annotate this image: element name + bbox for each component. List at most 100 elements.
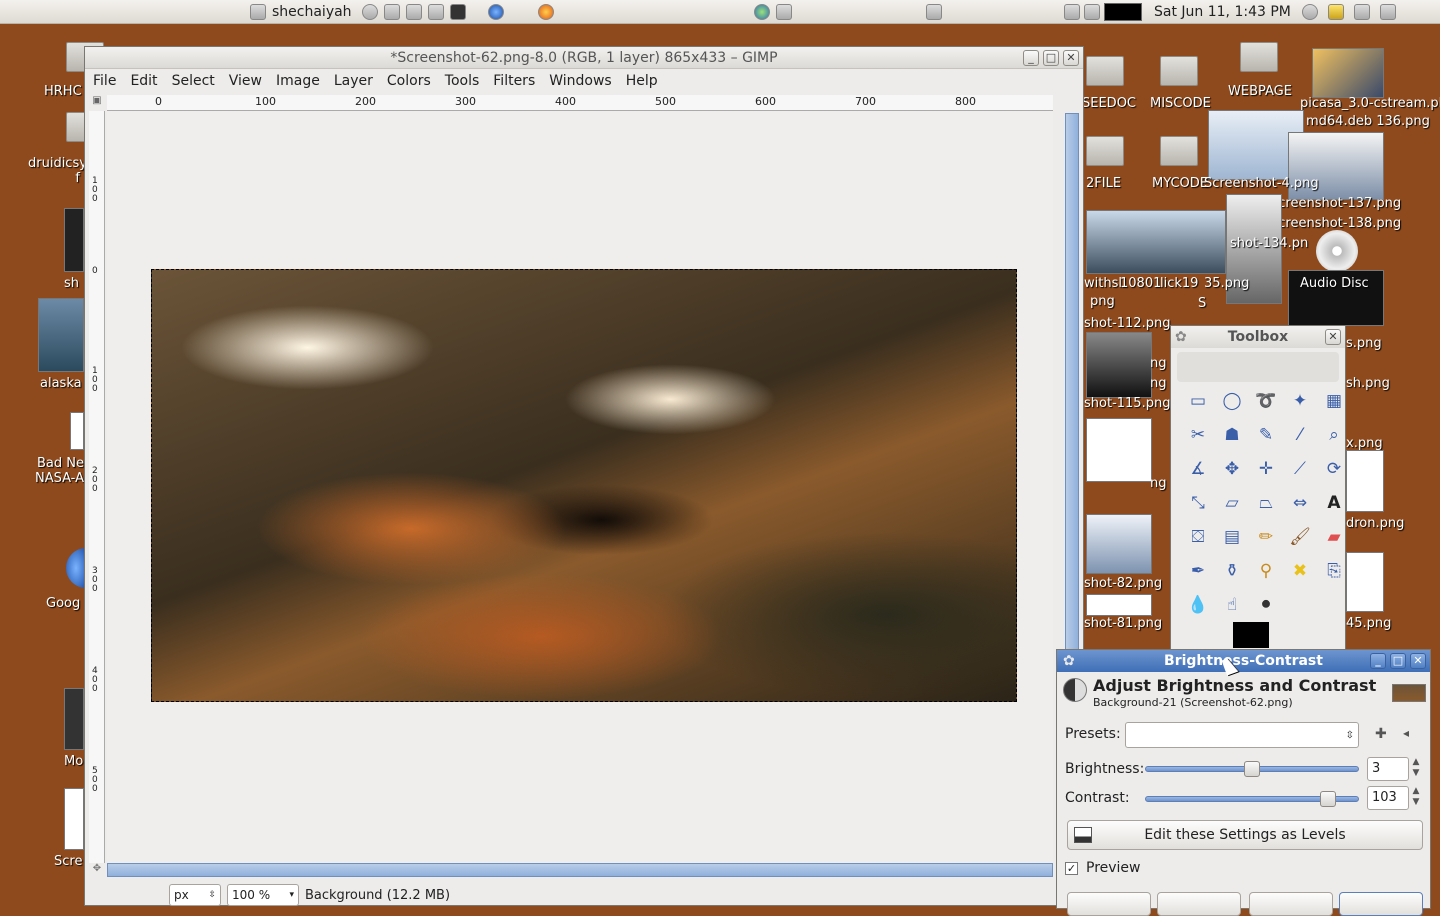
scissors-icon[interactable]: ✂	[1181, 418, 1215, 452]
menu-edit[interactable]: Edit	[130, 73, 157, 89]
desktop-item-label[interactable]: Screenshot-4.png	[1204, 176, 1319, 191]
desktop-item-label[interactable]: Scre	[54, 854, 82, 869]
measure-icon[interactable]: ∡	[1181, 452, 1215, 486]
desktop-thumbnail[interactable]	[1086, 514, 1152, 574]
terminal-icon[interactable]	[450, 4, 466, 20]
desktop-item-label[interactable]: WEBPAGE	[1228, 84, 1292, 99]
brightness-spin-buttons[interactable]: ▲ ▼	[1409, 757, 1423, 781]
dialog-titlebar[interactable]: ✿ Brightness-Contrast _ □ ✕	[1057, 650, 1430, 672]
contrast-slider[interactable]	[1145, 791, 1359, 807]
contrast-slider-knob[interactable]	[1320, 791, 1336, 807]
desktop-item-label[interactable]: Bad Ne NASA-A	[34, 456, 84, 486]
desktop-item-label[interactable]: Screenshot-137.png	[1270, 196, 1401, 211]
desktop-item-label[interactable]: 2FILE	[1086, 176, 1121, 191]
foreground-color-swatch[interactable]	[1233, 622, 1269, 648]
desktop-thumbnail[interactable]	[1086, 418, 1152, 482]
brightness-input[interactable]: 3	[1367, 757, 1409, 781]
desktop-folder-icon[interactable]	[1240, 42, 1278, 72]
perspective-clone-icon[interactable]: ⎘	[1317, 554, 1351, 588]
desktop-folder-icon[interactable]	[1160, 136, 1198, 166]
settings-icon[interactable]	[428, 4, 444, 20]
edited-photo[interactable]	[151, 269, 1017, 702]
color-picker-icon[interactable]: ⁄	[1283, 418, 1317, 452]
user-menu[interactable]: shechaiyah	[250, 3, 352, 21]
desktop-item-label[interactable]: shot-134.pn	[1230, 236, 1308, 251]
menu-image[interactable]: Image	[276, 73, 320, 89]
close-button[interactable]: ✕	[1410, 653, 1426, 669]
airbrush-icon[interactable]: ✒	[1181, 554, 1215, 588]
heal-icon[interactable]: ✖	[1283, 554, 1317, 588]
workspace-switcher[interactable]	[1104, 3, 1142, 21]
desktop-thumbnail[interactable]	[1086, 332, 1152, 398]
paintbrush-icon[interactable]: 🖌	[1283, 520, 1317, 554]
eraser-icon[interactable]: ▰	[1317, 520, 1351, 554]
menu-windows[interactable]: Windows	[549, 73, 612, 89]
bucket-fill-icon[interactable]: ⛋	[1181, 520, 1215, 554]
desktop-thumbnail[interactable]	[64, 788, 84, 850]
rect-select-icon[interactable]: ▭	[1181, 384, 1215, 418]
presets-select[interactable]: ⇳	[1125, 722, 1359, 748]
close-button[interactable]: ✕	[1063, 50, 1079, 66]
desktop-item-label[interactable]: sh.png	[1346, 376, 1390, 391]
printer-icon[interactable]	[1064, 4, 1080, 20]
toolbox-close-button[interactable]: ✕	[1325, 329, 1341, 345]
desktop-item-label[interactable]: s.png	[1346, 336, 1382, 351]
pencil-icon[interactable]: ✏	[1249, 520, 1283, 554]
brightness-slider-knob[interactable]	[1244, 761, 1260, 777]
color-select-icon[interactable]: ▦	[1317, 384, 1351, 418]
desktop-item-label[interactable]: x.png	[1346, 436, 1383, 451]
desktop-thumbnail[interactable]	[1346, 552, 1384, 612]
desktop-item-label[interactable]: dron.png	[1346, 516, 1404, 531]
folder-icon[interactable]	[776, 4, 792, 20]
desktop-item-label[interactable]: png	[1090, 294, 1115, 309]
ok-button[interactable]	[1339, 892, 1423, 916]
menu-layer[interactable]: Layer	[334, 73, 373, 89]
toolbox-titlebar[interactable]: ✿ Toolbox ✕	[1171, 326, 1345, 348]
align-icon[interactable]: ✛	[1249, 452, 1283, 486]
desktop-item-label[interactable]: druidicsy f	[28, 156, 87, 186]
desktop-folder-icon[interactable]	[1086, 56, 1124, 86]
clock[interactable]: Sat Jun 11, 1:43 PM	[1154, 4, 1291, 20]
desktop-thumbnail[interactable]	[1086, 594, 1152, 616]
mail-icon[interactable]	[1380, 4, 1396, 20]
firefox-icon[interactable]	[538, 4, 554, 20]
screenshot-icon[interactable]	[1084, 4, 1100, 20]
minimize-button[interactable]: _	[1023, 50, 1039, 66]
desktop-item-label[interactable]: lick19	[1160, 276, 1198, 291]
perspective-icon[interactable]: ⏢	[1249, 486, 1283, 520]
volume-icon[interactable]	[1354, 4, 1370, 20]
clone-icon[interactable]: ⚲	[1249, 554, 1283, 588]
desktop-item-label[interactable]: Audio Disc	[1300, 276, 1369, 291]
cd-icon[interactable]	[1316, 230, 1358, 272]
crop-icon[interactable]: ⟋	[1283, 452, 1317, 486]
horizontal-scrollbar[interactable]	[107, 863, 1053, 877]
desktop-thumbnail[interactable]	[38, 298, 84, 372]
desktop-item-label[interactable]: ng	[1150, 376, 1167, 391]
menu-help[interactable]: Help	[626, 73, 658, 89]
menu-colors[interactable]: Colors	[387, 73, 431, 89]
fuzzy-select-icon[interactable]: ✦	[1283, 384, 1317, 418]
preset-menu-icon[interactable]: ◂	[1403, 726, 1409, 740]
desktop-thumbnail[interactable]	[70, 412, 84, 450]
desktop-item-label[interactable]: picasa_3.0-cstream.pls	[1300, 96, 1440, 111]
navigate-corner-icon[interactable]: ✥	[89, 863, 105, 877]
folder-icon[interactable]	[926, 4, 942, 20]
paths-icon[interactable]: ✎	[1249, 418, 1283, 452]
contrast-spin-buttons[interactable]: ▲ ▼	[1409, 786, 1423, 810]
desktop-item-label[interactable]: ng	[1150, 476, 1167, 491]
maximize-button[interactable]: □	[1043, 50, 1059, 66]
network-places-icon[interactable]	[754, 4, 770, 20]
cancel-button[interactable]	[1249, 892, 1333, 916]
dodge-burn-icon[interactable]: ⚫	[1249, 588, 1283, 622]
desktop-item-label[interactable]: 45.png	[1346, 616, 1391, 631]
menu-select[interactable]: Select	[172, 73, 215, 89]
edit-as-levels-button[interactable]: Edit these Settings as Levels	[1067, 820, 1423, 850]
ellipse-select-icon[interactable]: ◯	[1215, 384, 1249, 418]
image-canvas[interactable]	[107, 111, 1053, 863]
desktop-thumbnail[interactable]	[1346, 450, 1384, 512]
desktop-item-label[interactable]: MYCODE	[1152, 176, 1208, 191]
move-icon[interactable]: ✥	[1215, 452, 1249, 486]
desktop-item-label[interactable]: shot-82.png	[1084, 576, 1162, 591]
desktop-item-label[interactable]: sh	[64, 276, 79, 291]
maximize-button[interactable]: □	[1390, 653, 1406, 669]
